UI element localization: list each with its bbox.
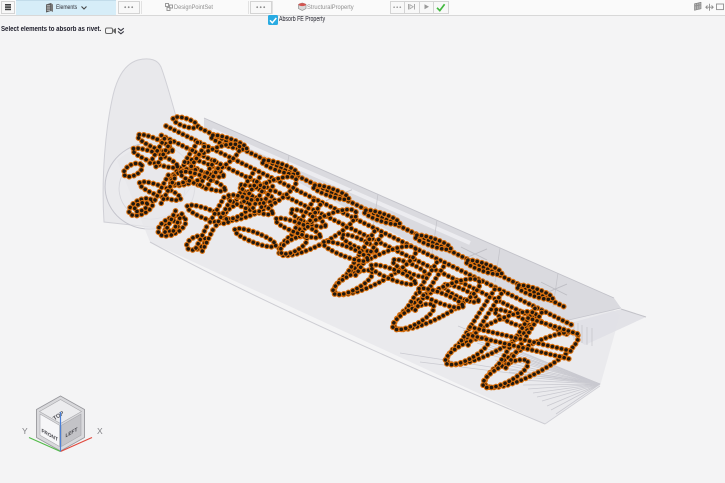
svg-text:Y: Y [22, 426, 28, 436]
svg-text:X: X [97, 426, 103, 436]
